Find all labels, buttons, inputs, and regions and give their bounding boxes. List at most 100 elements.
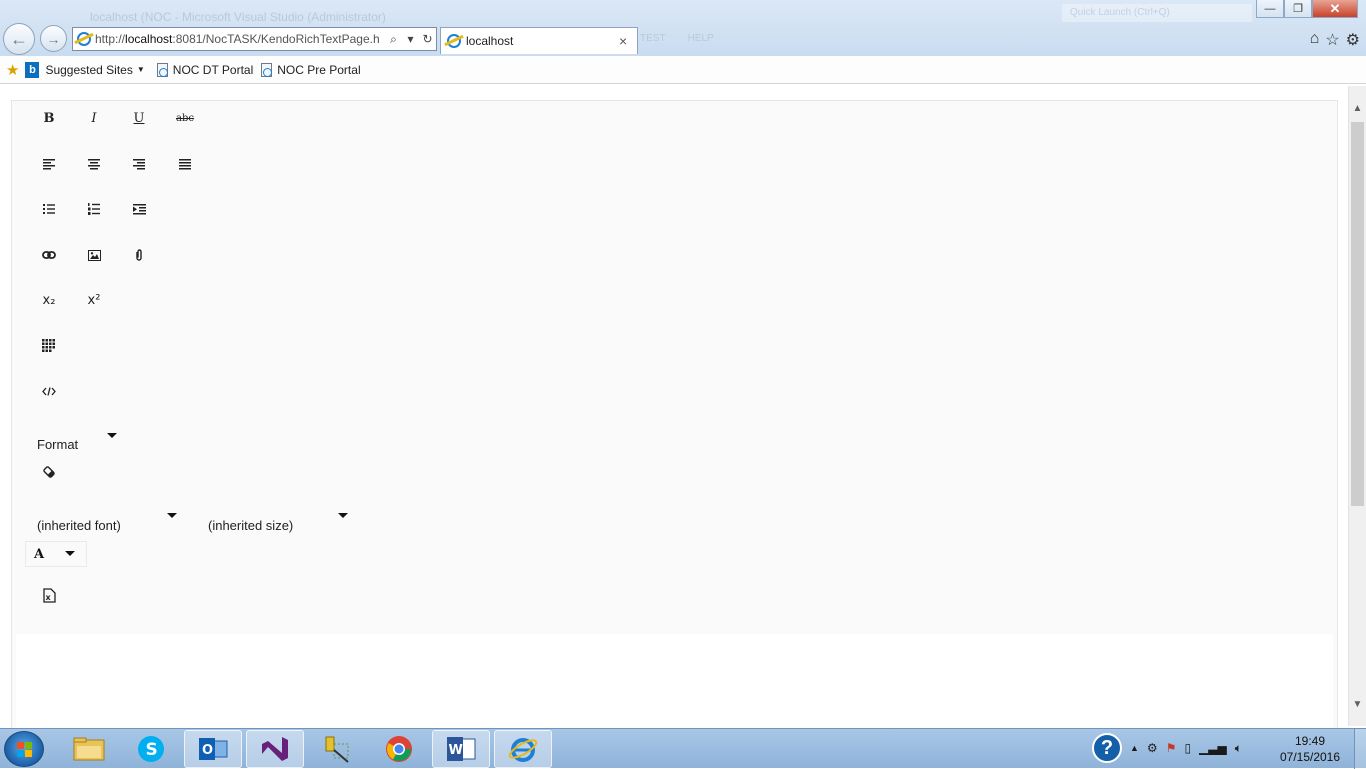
windows-logo-icon	[17, 742, 33, 758]
taskbar-file-explorer[interactable]	[60, 730, 118, 768]
page-icon	[261, 62, 273, 77]
outlook-icon: O	[199, 738, 228, 760]
create-table-button[interactable]	[34, 332, 64, 360]
address-bar[interactable]: http://localhost:8081/NocTASK/KendoRichT…	[72, 27, 437, 51]
battery-icon[interactable]: ▯	[1184, 741, 1191, 755]
justify-right-button[interactable]	[124, 150, 154, 178]
taskbar-internet-explorer[interactable]	[494, 730, 552, 768]
tab-title: localhost	[466, 34, 514, 48]
taskbar-visual-studio[interactable]	[246, 730, 304, 768]
taskbar-chrome[interactable]	[370, 730, 428, 768]
forward-button[interactable]: →	[40, 25, 67, 52]
bing-icon: b	[25, 61, 40, 78]
eraser-icon	[43, 466, 55, 478]
refresh-icon[interactable]: ↻	[419, 32, 436, 46]
favorite-label: NOC Pre Portal	[277, 62, 361, 77]
scroll-up-icon[interactable]: ▲	[1349, 100, 1366, 117]
indent-button[interactable]	[124, 195, 154, 223]
visual-studio-icon	[262, 737, 288, 761]
svg-text:S: S	[146, 740, 158, 760]
restore-button[interactable]: ❐	[1284, 0, 1312, 18]
suggested-sites-link[interactable]: b Suggested Sites ▼	[25, 61, 145, 78]
taskbar-skype[interactable]: S	[122, 730, 180, 768]
code-icon	[42, 386, 56, 396]
help-icon[interactable]: ?	[1092, 733, 1122, 763]
browser-command-icons: ⌂ ☆ ⚙	[1310, 30, 1360, 50]
favorites-star-icon[interactable]: ☆	[1325, 30, 1339, 50]
fore-color-picker[interactable]: A	[25, 541, 87, 567]
suggested-sites-label: Suggested Sites	[45, 62, 133, 77]
editor-content-area[interactable]	[16, 634, 1333, 734]
view-html-button[interactable]	[34, 377, 64, 405]
svg-text:x: x	[45, 593, 51, 602]
background-window-title: localhost (NOC - Microsoft Visual Studio…	[90, 10, 386, 24]
favorite-link-noc-dt-portal[interactable]: NOC DT Portal	[156, 62, 254, 77]
fore-color-icon: A	[34, 546, 45, 562]
page-icon	[156, 62, 168, 77]
gear-icon[interactable]: ⚙	[1346, 30, 1360, 50]
show-hidden-icons-icon[interactable]: ▲	[1130, 743, 1139, 753]
chevron-down-icon: ▼	[136, 65, 145, 74]
favorites-star-add-icon[interactable]: ★	[6, 61, 19, 79]
svg-text:W: W	[449, 743, 463, 758]
taskbar-outlook[interactable]: O	[184, 730, 242, 768]
numbered-list-icon	[88, 203, 100, 215]
background-menu-text: TEST HELP	[640, 33, 714, 44]
font-name-dropdown-label[interactable]: (inherited font)	[37, 518, 121, 533]
insert-image-button[interactable]	[79, 241, 109, 269]
volume-icon[interactable]: 🔈︎	[1235, 741, 1242, 756]
format-dropdown-label[interactable]: Format	[37, 437, 78, 452]
superscript-button[interactable]: x²	[79, 286, 109, 314]
action-center-icon[interactable]: ⚑	[1166, 741, 1177, 755]
close-window-button[interactable]: ✕	[1312, 0, 1358, 18]
create-link-button[interactable]	[34, 241, 64, 269]
tab-close-icon[interactable]: ×	[619, 33, 637, 49]
forward-arrow-icon: →	[46, 30, 61, 47]
justify-full-button[interactable]	[170, 150, 200, 178]
clean-formatting-button[interactable]	[34, 458, 64, 486]
home-icon[interactable]: ⌂	[1310, 30, 1320, 50]
align-left-icon	[43, 158, 55, 169]
subscript-button[interactable]: x₂	[34, 286, 64, 314]
chrome-icon	[386, 736, 412, 762]
start-button[interactable]	[4, 731, 44, 767]
insert-file-button[interactable]	[124, 241, 154, 269]
font-name-dropdown-arrow-icon[interactable]	[167, 513, 177, 518]
address-dropdown-icon[interactable]: ▾	[402, 32, 419, 46]
internet-explorer-icon	[508, 738, 538, 762]
signal-icon[interactable]: ▁▃▅	[1199, 741, 1227, 755]
align-center-icon	[88, 158, 100, 169]
justify-left-button[interactable]	[34, 150, 64, 178]
export-excel-button[interactable]: x	[34, 581, 64, 609]
format-dropdown-arrow-icon[interactable]	[107, 433, 117, 438]
system-clock[interactable]: 19:49 07/15/2016	[1275, 733, 1345, 765]
taskbar-word[interactable]: W	[432, 730, 490, 768]
show-desktop-button[interactable]	[1354, 729, 1366, 769]
font-size-dropdown-label[interactable]: (inherited size)	[208, 518, 293, 533]
back-button[interactable]: ←	[3, 23, 35, 55]
link-icon	[42, 251, 56, 259]
back-arrow-icon: ←	[10, 28, 28, 49]
tab-localhost[interactable]: localhost ×	[440, 27, 638, 54]
insert-ordered-list-button[interactable]	[79, 195, 109, 223]
font-size-dropdown-arrow-icon[interactable]	[338, 513, 348, 518]
bold-button[interactable]: B	[34, 104, 64, 132]
minimize-button[interactable]: —	[1256, 0, 1284, 18]
favorite-label: NOC DT Portal	[172, 62, 254, 77]
scroll-down-icon[interactable]: ▼	[1349, 696, 1366, 713]
fore-color-arrow-icon[interactable]	[65, 551, 75, 556]
network-settings-icon[interactable]: ⚙	[1147, 741, 1158, 755]
clock-time: 19:49	[1294, 734, 1326, 748]
search-icon[interactable]: ⌕	[385, 32, 402, 47]
underline-button[interactable]: U	[124, 104, 154, 132]
address-url[interactable]: http://localhost:8081/NocTASK/KendoRichT…	[95, 32, 385, 46]
strikethrough-button[interactable]: abc	[170, 104, 200, 132]
scrollbar-thumb[interactable]	[1351, 122, 1364, 506]
justify-center-button[interactable]	[79, 150, 109, 178]
taskbar-tools-app[interactable]	[308, 730, 366, 768]
insert-unordered-list-button[interactable]	[34, 195, 64, 223]
favorite-link-noc-pre-portal[interactable]: NOC Pre Portal	[261, 62, 361, 77]
background-quick-launch: Quick Launch (Ctrl+Q)	[1062, 4, 1252, 22]
italic-button[interactable]: I	[79, 104, 109, 132]
page-scrollbar[interactable]: ▲ ▼	[1348, 86, 1366, 726]
